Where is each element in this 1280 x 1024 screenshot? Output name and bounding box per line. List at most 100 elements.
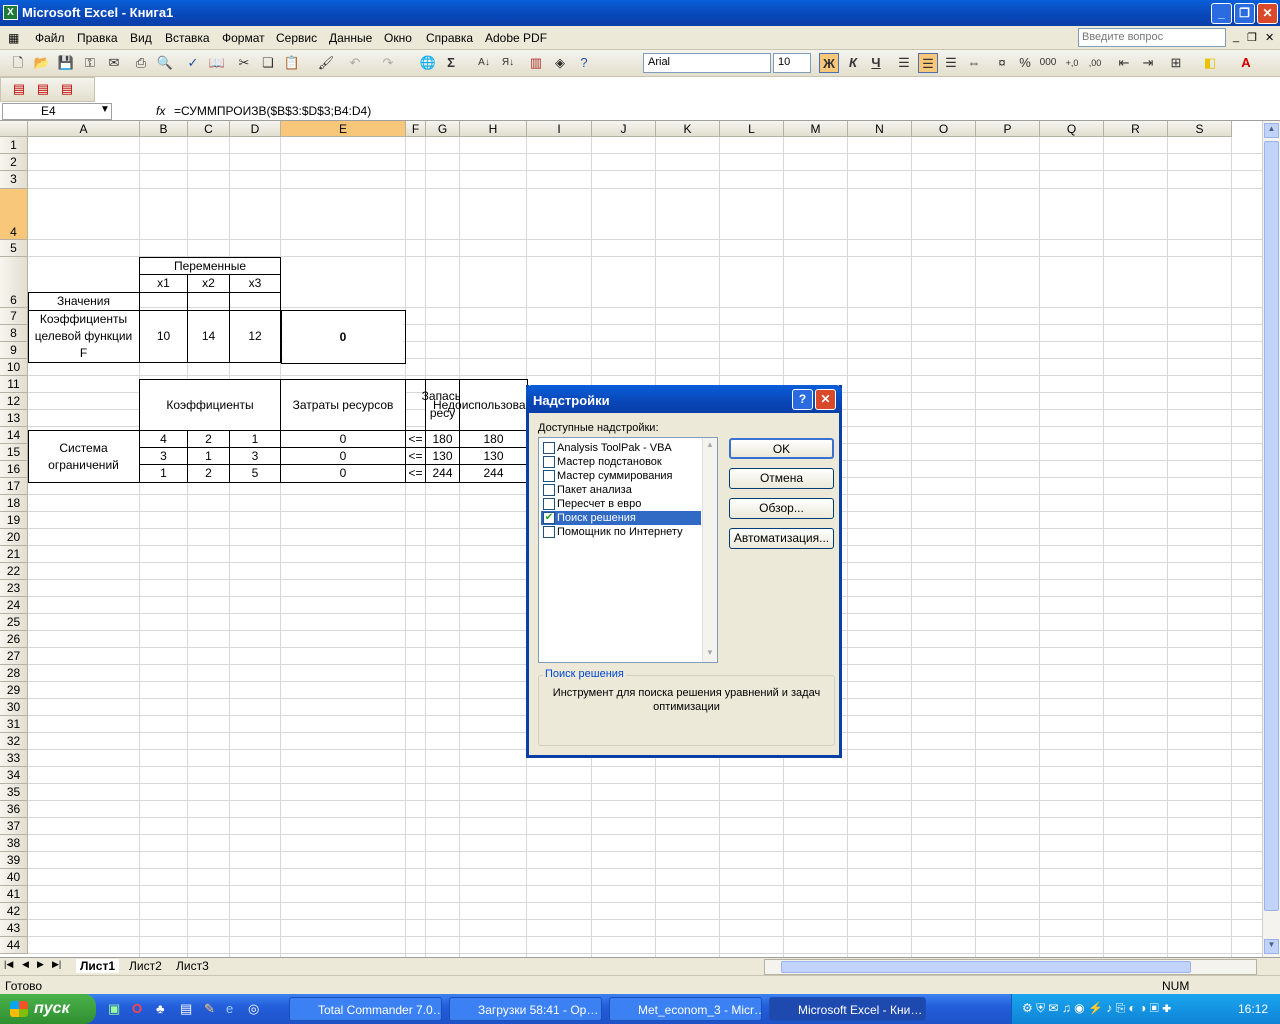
column-header-e[interactable]: E — [281, 121, 406, 137]
cell-c9[interactable]: 2 — [188, 465, 229, 482]
addin-checkbox[interactable] — [543, 470, 555, 482]
addin-checkbox[interactable] — [543, 442, 555, 454]
cell-g9[interactable]: 244 — [426, 465, 459, 482]
spelling-icon[interactable]: ✓ — [183, 53, 203, 73]
row-header-31[interactable]: 31 — [0, 716, 28, 733]
row-header-38[interactable]: 38 — [0, 835, 28, 852]
list-scroll-down-icon[interactable]: ▼ — [706, 648, 714, 657]
row-header-5[interactable]: 5 — [0, 240, 28, 257]
row-header-14[interactable]: 14 — [0, 427, 28, 444]
cell-d2[interactable]: x3 — [230, 275, 280, 292]
select-all-corner[interactable] — [0, 121, 28, 137]
row-header-11[interactable]: 11 — [0, 376, 28, 393]
hscroll-thumb[interactable] — [781, 961, 1191, 973]
row-header-8[interactable]: 8 — [0, 325, 28, 342]
cell-f7[interactable]: <= — [406, 431, 425, 448]
addin-item[interactable]: ✔ Поиск решения — [541, 511, 701, 525]
pdf-review-icon[interactable]: ▤ — [57, 79, 77, 99]
menu-help[interactable]: Справка — [426, 31, 473, 45]
maximize-button[interactable]: ❐ — [1234, 3, 1255, 24]
cell-b1[interactable]: Переменные — [140, 258, 280, 275]
column-header-q[interactable]: Q — [1040, 121, 1104, 137]
row-header-7[interactable]: 7 — [0, 308, 28, 325]
row-header-26[interactable]: 26 — [0, 631, 28, 648]
permission-icon[interactable]: ⚿ — [80, 53, 100, 73]
row-header-35[interactable]: 35 — [0, 784, 28, 801]
decrease-decimal-icon[interactable]: ,00 — [1085, 53, 1105, 73]
cell-g7[interactable]: 180 — [426, 431, 459, 448]
menu-file[interactable]: Файл — [35, 31, 65, 45]
addin-item[interactable]: Analysis ToolPak - VBA — [541, 441, 701, 455]
cell-c7[interactable]: 2 — [188, 431, 229, 448]
column-header-r[interactable]: R — [1104, 121, 1168, 137]
cell-g8[interactable]: 130 — [426, 448, 459, 465]
column-header-g[interactable]: G — [426, 121, 460, 137]
cell-c8[interactable]: 1 — [188, 448, 229, 465]
automation-button[interactable]: Автоматизация... — [729, 528, 834, 549]
undo-icon[interactable]: ↶ — [345, 53, 365, 73]
row-header-44[interactable]: 44 — [0, 937, 28, 954]
row-header-39[interactable]: 39 — [0, 852, 28, 869]
vertical-scrollbar[interactable]: ▲ ▼ — [1262, 121, 1280, 957]
row-header-1[interactable]: 1 — [0, 137, 28, 154]
task-total-commander[interactable]: Total Commander 7.0… — [289, 997, 442, 1021]
copy-icon[interactable]: ❏ — [258, 53, 278, 73]
autosum-icon[interactable]: Σ — [441, 53, 461, 73]
row-header-27[interactable]: 27 — [0, 648, 28, 665]
menu-edit[interactable]: Правка — [77, 31, 118, 45]
row-header-22[interactable]: 22 — [0, 563, 28, 580]
row-header-37[interactable]: 37 — [0, 818, 28, 835]
save-icon[interactable]: 💾 — [56, 53, 76, 73]
cell-c4[interactable]: 14 — [188, 311, 229, 362]
cell-e4[interactable]: 0 — [283, 313, 403, 361]
cell-b6[interactable]: Коэффициенты — [140, 380, 280, 430]
row-header-15[interactable]: 15 — [0, 444, 28, 461]
column-header-d[interactable]: D — [230, 121, 281, 137]
underline-button[interactable]: Ч — [866, 53, 886, 73]
row-header-19[interactable]: 19 — [0, 512, 28, 529]
new-icon[interactable]: 🗋 — [8, 53, 28, 73]
cell-a7[interactable]: Система ограничений — [28, 431, 139, 482]
menu-data[interactable]: Данные — [329, 31, 372, 45]
row-header-36[interactable]: 36 — [0, 801, 28, 818]
cancel-button[interactable]: Отмена — [729, 468, 834, 489]
addin-item[interactable]: Пересчет в евро — [541, 497, 701, 511]
prev-sheet-icon[interactable]: ◀ — [22, 959, 29, 970]
cell-b4[interactable]: 10 — [140, 311, 187, 362]
row-header-24[interactable]: 24 — [0, 597, 28, 614]
next-sheet-icon[interactable]: ▶ — [37, 959, 44, 970]
align-left-icon[interactable]: ☰ — [894, 53, 914, 73]
row-header-17[interactable]: 17 — [0, 478, 28, 495]
cell-h7[interactable]: 180 — [460, 431, 527, 448]
increase-decimal-icon[interactable]: +,0 — [1062, 53, 1082, 73]
sheet-tab-1[interactable]: Лист1 — [76, 959, 120, 973]
chart-wizard-icon[interactable]: ▥ — [526, 53, 546, 73]
menu-tools[interactable]: Сервис — [276, 31, 317, 45]
browse-button[interactable]: Обзор... — [729, 498, 834, 519]
sort-desc-icon[interactable]: Я↓ — [498, 53, 518, 73]
cell-c2[interactable]: x2 — [188, 275, 229, 292]
email-icon[interactable]: ✉ — [104, 53, 124, 73]
row-header-41[interactable]: 41 — [0, 886, 28, 903]
start-button[interactable]: пуск — [0, 994, 96, 1024]
align-right-icon[interactable]: ☰ — [941, 53, 961, 73]
cell-b9[interactable]: 1 — [140, 465, 187, 482]
addin-checkbox[interactable] — [543, 456, 555, 468]
cell-d7[interactable]: 1 — [230, 431, 280, 448]
cell-b7[interactable]: 4 — [140, 431, 187, 448]
row-header-3[interactable]: 3 — [0, 171, 28, 189]
row-header-34[interactable]: 34 — [0, 767, 28, 784]
cell-e6[interactable]: Затраты ресурсов — [281, 380, 405, 430]
italic-button[interactable]: К — [843, 53, 863, 73]
paste-icon[interactable]: 📋 — [282, 53, 302, 73]
row-header-20[interactable]: 20 — [0, 529, 28, 546]
doc-menu-icon[interactable]: ▦ — [8, 31, 19, 45]
task-excel[interactable]: Microsoft Excel - Кни… — [769, 997, 926, 1021]
column-header-o[interactable]: O — [912, 121, 976, 137]
addin-checkbox[interactable] — [543, 498, 555, 510]
column-header-j[interactable]: J — [592, 121, 656, 137]
menu-format[interactable]: Формат — [222, 31, 265, 45]
row-header-12[interactable]: 12 — [0, 393, 28, 410]
cut-icon[interactable]: ✂ — [234, 53, 254, 73]
horizontal-scrollbar[interactable] — [764, 959, 1257, 975]
